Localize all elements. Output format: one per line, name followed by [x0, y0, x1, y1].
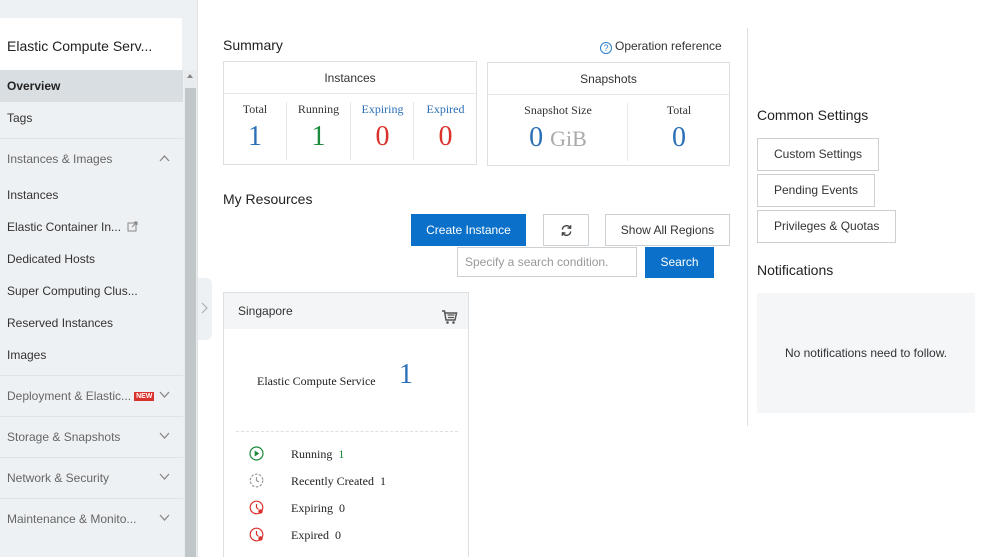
sidebar-scrollbar[interactable] [184, 70, 197, 557]
stat-label: Running [291, 447, 333, 461]
stat-value: 0 [672, 122, 686, 153]
stat-value: 1 [311, 121, 326, 152]
stat-value: 0 [339, 501, 345, 515]
sidebar-group-instances-images[interactable]: Instances & Images [0, 138, 183, 179]
scroll-up-arrow-icon[interactable] [187, 74, 193, 78]
custom-settings-button[interactable]: Custom Settings [757, 138, 880, 171]
recently-created-icon [249, 473, 264, 494]
snapshots-summary-card: Snapshots Snapshot Size 0 GiB Total 0 [487, 62, 730, 166]
stat-value: 1 [338, 447, 345, 461]
region-name: Singapore [238, 304, 293, 318]
card-header: Snapshots [488, 63, 729, 95]
chevron-right-icon [201, 302, 208, 314]
sidebar-group-deployment-elastic[interactable]: Deployment & Elastic... NEW [0, 375, 183, 416]
sidebar-group-label: Instances & Images [7, 152, 113, 166]
instances-running-stat[interactable]: Running 1 [287, 95, 350, 165]
privileges-quotas-button[interactable]: Privileges & Quotas [757, 210, 897, 243]
stat-label: Total [242, 102, 268, 116]
snapshot-size-value: 0 [529, 122, 544, 153]
instances-summary-card: Instances Total 1 Running 1 Expiring 0 E… [223, 61, 477, 165]
sidebar-group-label: Maintenance & Monito... [7, 512, 137, 526]
search-input[interactable] [457, 247, 637, 277]
expiring-icon [249, 500, 264, 521]
common-settings-title: Common Settings [757, 107, 869, 123]
stat-label: Snapshot Size [524, 103, 592, 117]
stat-label: Recently Created [291, 474, 374, 488]
external-link-icon [127, 212, 138, 244]
chevron-down-icon [159, 473, 170, 482]
sidebar-title: Elastic Compute Serv... [0, 18, 182, 70]
stat-value: 0 [335, 528, 341, 542]
stat-label: Running [297, 102, 340, 116]
operation-reference-link[interactable]: ? Operation reference [600, 39, 722, 54]
stat-value: 1 [248, 121, 262, 152]
sidebar: Elastic Compute Serv... Overview Tags In… [0, 0, 198, 557]
instances-expiring-stat[interactable]: Expiring 0 [351, 95, 414, 165]
scrollbar-thumb[interactable] [185, 88, 196, 557]
pending-events-button[interactable]: Pending Events [757, 174, 876, 207]
divider [236, 431, 458, 432]
new-badge: NEW [134, 392, 155, 401]
sidebar-item-overview[interactable]: Overview [0, 70, 183, 102]
chevron-down-icon [159, 391, 170, 400]
sidebar-item-reserved-instances[interactable]: Reserved Instances [0, 307, 183, 339]
show-all-regions-button[interactable]: Show All Regions [605, 214, 730, 246]
sidebar-item-dedicated-hosts[interactable]: Dedicated Hosts [0, 243, 183, 275]
sidebar-group-maintenance-monitoring[interactable]: Maintenance & Monito... [0, 498, 183, 539]
instances-total-stat[interactable]: Total 1 [224, 95, 286, 165]
sidebar-item-tags[interactable]: Tags [0, 102, 183, 134]
running-icon [249, 446, 264, 467]
instances-expired-stat[interactable]: Expired 0 [414, 95, 477, 165]
sidebar-group-network-security[interactable]: Network & Security [0, 457, 183, 498]
expired-icon [249, 527, 264, 548]
sidebar-group-storage-snapshots[interactable]: Storage & Snapshots [0, 416, 183, 457]
notifications-empty-box: No notifications need to follow. [757, 293, 975, 413]
panel-divider [747, 28, 748, 426]
snapshot-total-stat[interactable]: Total 0 [628, 96, 730, 166]
chevron-down-icon [159, 514, 170, 523]
chevron-down-icon [159, 432, 170, 441]
region-header: Singapore [224, 293, 468, 329]
stat-label: Total [666, 103, 692, 117]
snapshot-size-stat: Snapshot Size 0 GiB [488, 96, 628, 166]
refresh-button[interactable] [543, 214, 589, 246]
my-resources-title: My Resources [223, 191, 313, 207]
sidebar-item-elastic-container-instances[interactable]: Elastic Container In... [0, 211, 183, 243]
chevron-up-icon [159, 154, 170, 163]
stat-label: Expired [291, 528, 329, 542]
sidebar-group-label: Network & Security [7, 471, 110, 485]
search-button[interactable]: Search [645, 247, 714, 278]
stat-label: Expired [426, 102, 465, 116]
sidebar-item-images[interactable]: Images [0, 339, 183, 371]
sidebar-item-label: Elastic Container In... [7, 220, 122, 234]
service-count[interactable]: 1 [399, 359, 413, 391]
sidebar-group-label: Storage & Snapshots [7, 430, 121, 444]
stat-label: Expiring [361, 102, 404, 116]
sidebar-group-label: Deployment & Elastic... [7, 389, 132, 403]
stat-value: 0 [375, 121, 390, 152]
service-label: Elastic Compute Service [257, 374, 376, 388]
stat-value: 0 GiB [488, 122, 628, 154]
operation-reference-label: Operation reference [615, 39, 722, 53]
card-header: Instances [224, 62, 476, 94]
sidebar-item-super-computing-clusters[interactable]: Super Computing Clus... [0, 275, 183, 307]
refresh-icon [561, 224, 572, 237]
help-icon: ? [600, 42, 612, 54]
stat-label: Expiring [291, 501, 333, 515]
snapshot-size-unit: GiB [550, 126, 587, 151]
sidebar-nav: Overview Tags Instances & Images Instanc… [0, 70, 183, 539]
region-card-singapore: Singapore Elastic Compute Service 1 Runn… [223, 292, 469, 557]
summary-title: Summary [223, 37, 283, 53]
create-instance-button[interactable]: Create Instance [411, 214, 526, 246]
cart-icon[interactable] [441, 303, 458, 339]
notifications-empty-text: No notifications need to follow. [784, 346, 948, 360]
sidebar-item-instances[interactable]: Instances [0, 179, 183, 211]
stat-value: 0 [438, 121, 453, 152]
notifications-title: Notifications [757, 262, 834, 278]
stat-value: 1 [379, 474, 386, 488]
sidebar-collapse-handle[interactable] [198, 278, 212, 340]
